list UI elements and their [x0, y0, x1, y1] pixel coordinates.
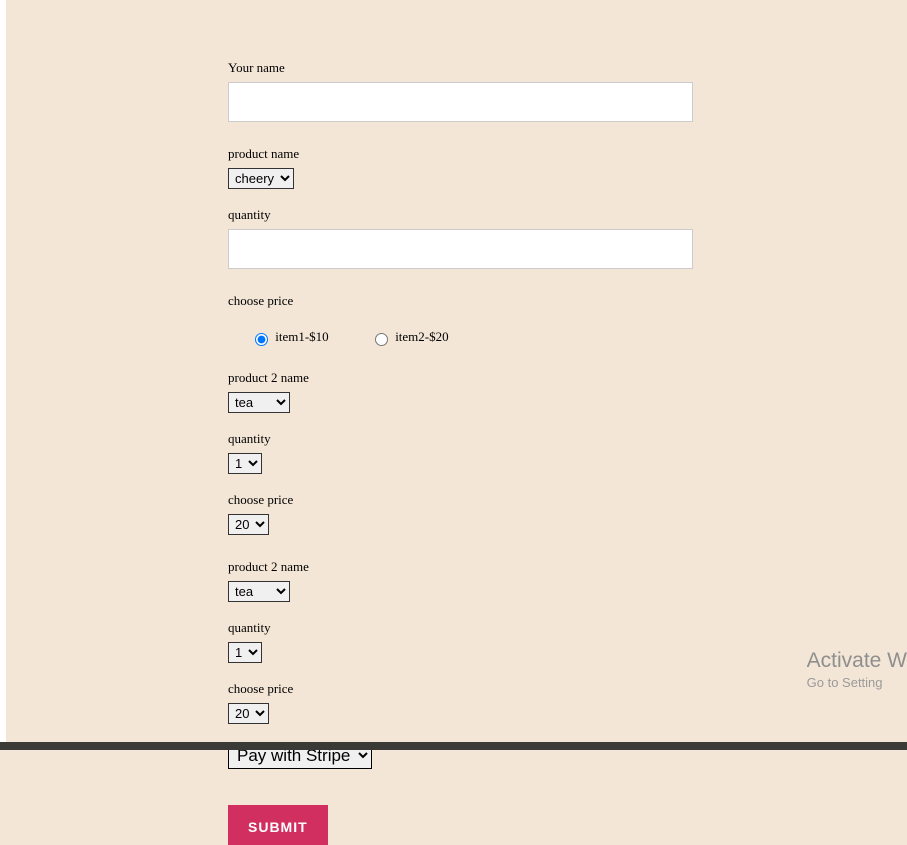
field-product3-price: choose price 20	[228, 681, 693, 724]
radio-item2[interactable]: item2-$20	[370, 329, 449, 346]
product1-name-label: product name	[228, 146, 693, 162]
watermark-sub: Go to Setting	[807, 675, 907, 690]
product3-name-label: product 2 name	[228, 559, 693, 575]
radio-item1-input[interactable]	[255, 333, 268, 346]
field-product1-price: choose price item1-$10 item2-$20	[228, 293, 693, 346]
product2-quantity-label: quantity	[228, 431, 693, 447]
radio-item1[interactable]: item1-$10	[250, 329, 329, 346]
product1-price-radios: item1-$10 item2-$20	[228, 315, 693, 346]
watermark-title: Activate W	[807, 649, 907, 673]
left-stripe	[0, 0, 6, 750]
field-product2-quantity: quantity 1	[228, 431, 693, 474]
radio-item2-input[interactable]	[375, 333, 388, 346]
field-product2-price: choose price 20	[228, 492, 693, 535]
field-product3-quantity: quantity 1	[228, 620, 693, 663]
product3-quantity-label: quantity	[228, 620, 693, 636]
product3-name-select[interactable]: tea	[228, 581, 290, 602]
bottom-bar	[0, 742, 907, 750]
your-name-label: Your name	[228, 60, 693, 76]
product3-price-label: choose price	[228, 681, 693, 697]
product3-price-select[interactable]: 20	[228, 703, 269, 724]
submit-button[interactable]: SUBMIT	[228, 805, 328, 845]
product2-name-label: product 2 name	[228, 370, 693, 386]
field-product3-name: product 2 name tea	[228, 559, 693, 602]
product1-quantity-input[interactable]	[228, 229, 693, 269]
form-container: Your name product name cheery quantity c…	[228, 0, 693, 845]
product2-price-select[interactable]: 20	[228, 514, 269, 535]
radio-item1-label: item1-$10	[275, 329, 328, 344]
radio-item2-label: item2-$20	[395, 329, 448, 344]
product1-quantity-label: quantity	[228, 207, 693, 223]
product1-name-select[interactable]: cheery	[228, 168, 294, 189]
product2-price-label: choose price	[228, 492, 693, 508]
field-product1-quantity: quantity	[228, 207, 693, 269]
product3-quantity-select[interactable]: 1	[228, 642, 262, 663]
windows-watermark: Activate W Go to Setting	[807, 649, 907, 690]
product2-quantity-select[interactable]: 1	[228, 453, 262, 474]
product1-price-label: choose price	[228, 293, 693, 309]
product2-name-select[interactable]: tea	[228, 392, 290, 413]
field-product1-name: product name cheery	[228, 146, 693, 189]
field-product2-name: product 2 name tea	[228, 370, 693, 413]
field-your-name: Your name	[228, 60, 693, 122]
your-name-input[interactable]	[228, 82, 693, 122]
